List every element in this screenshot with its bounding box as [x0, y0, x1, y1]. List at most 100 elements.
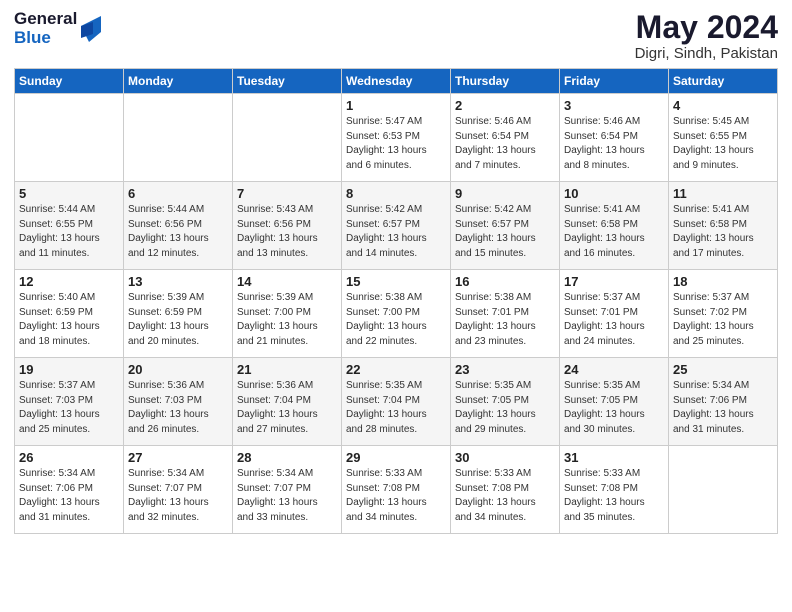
- calendar-week-1: 1 Sunrise: 5:47 AM Sunset: 6:53 PM Daylig…: [15, 94, 778, 182]
- day-info: Sunrise: 5:47 AM Sunset: 6:53 PM Dayligh…: [346, 115, 446, 173]
- calendar-cell: 9Sunrise: 5:42 AM Sunset: 6:57 PM Daylig…: [451, 182, 560, 270]
- calendar-cell: 20Sunrise: 5:36 AM Sunset: 7:03 PM Dayli…: [124, 358, 233, 446]
- day-info: Sunrise: 5:44 AM Sunset: 6:56 PM Dayligh…: [128, 203, 228, 261]
- day-info: Sunrise: 5:41 AM Sunset: 6:58 PM Dayligh…: [564, 203, 664, 261]
- day-info: Sunrise: 5:39 AM Sunset: 6:59 PM Dayligh…: [128, 291, 228, 349]
- day-info: Sunrise: 5:45 AM Sunset: 6:55 PM Dayligh…: [673, 115, 773, 173]
- calendar-header: Sunday Monday Tuesday Wednesday Thursday…: [15, 69, 778, 94]
- calendar-cell: 15Sunrise: 5:38 AM Sunset: 7:00 PM Dayli…: [342, 270, 451, 358]
- day-info: Sunrise: 5:43 AM Sunset: 6:56 PM Dayligh…: [237, 203, 337, 261]
- calendar-cell: 23 Sunrise: 5:35 AM Sunset: 7:05 PM Dayli…: [451, 358, 560, 446]
- header-thursday: Thursday: [451, 69, 560, 94]
- calendar-cell: 22Sunrise: 5:35 AM Sunset: 7:04 PM Dayli…: [342, 358, 451, 446]
- day-number: 20: [128, 362, 228, 377]
- header-row: Sunday Monday Tuesday Wednesday Thursday…: [15, 69, 778, 94]
- calendar-body: 1 Sunrise: 5:47 AM Sunset: 6:53 PM Daylig…: [15, 94, 778, 534]
- day-info: Sunrise: 5:33 AM Sunset: 7:08 PM Dayligh…: [564, 467, 664, 525]
- calendar-week-2: 5 Sunrise: 5:44 AM Sunset: 6:55 PM Daylig…: [15, 182, 778, 270]
- day-number: 31: [564, 450, 664, 465]
- calendar-cell: 8 Sunrise: 5:42 AM Sunset: 6:57 PM Daylig…: [342, 182, 451, 270]
- day-info: Sunrise: 5:34 AM Sunset: 7:07 PM Dayligh…: [128, 467, 228, 525]
- calendar-cell: 2 Sunrise: 5:46 AM Sunset: 6:54 PM Daylig…: [451, 94, 560, 182]
- day-number: 23: [455, 362, 555, 377]
- calendar-cell: 7 Sunrise: 5:43 AM Sunset: 6:56 PM Daylig…: [233, 182, 342, 270]
- day-info: Sunrise: 5:34 AM Sunset: 7:06 PM Dayligh…: [19, 467, 119, 525]
- day-number: 19: [19, 362, 119, 377]
- day-info: Sunrise: 5:33 AM Sunset: 7:08 PM Dayligh…: [455, 467, 555, 525]
- calendar-subtitle: Digri, Sindh, Pakistan: [635, 45, 778, 62]
- day-number: 24: [564, 362, 664, 377]
- day-info: Sunrise: 5:37 AM Sunset: 7:02 PM Dayligh…: [673, 291, 773, 349]
- calendar-cell: 6 Sunrise: 5:44 AM Sunset: 6:56 PM Daylig…: [124, 182, 233, 270]
- day-number: 3: [564, 98, 664, 113]
- calendar-cell: 1 Sunrise: 5:47 AM Sunset: 6:53 PM Daylig…: [342, 94, 451, 182]
- day-number: 25: [673, 362, 773, 377]
- logo-text: General Blue: [14, 10, 77, 47]
- day-number: 16: [455, 274, 555, 289]
- calendar-cell: 3Sunrise: 5:46 AM Sunset: 6:54 PM Daylig…: [560, 94, 669, 182]
- day-info: Sunrise: 5:38 AM Sunset: 7:01 PM Dayligh…: [455, 291, 555, 349]
- day-info: Sunrise: 5:42 AM Sunset: 6:57 PM Dayligh…: [346, 203, 446, 261]
- day-number: 14: [237, 274, 337, 289]
- calendar-cell: 13Sunrise: 5:39 AM Sunset: 6:59 PM Dayli…: [124, 270, 233, 358]
- calendar-cell: 28 Sunrise: 5:34 AM Sunset: 7:07 PM Dayli…: [233, 446, 342, 534]
- day-info: Sunrise: 5:44 AM Sunset: 6:55 PM Dayligh…: [19, 203, 119, 261]
- header: General Blue May 2024 Digri, Sindh, Paki…: [14, 10, 778, 62]
- day-info: Sunrise: 5:41 AM Sunset: 6:58 PM Dayligh…: [673, 203, 773, 261]
- calendar-cell: [669, 446, 778, 534]
- calendar-cell: 18Sunrise: 5:37 AM Sunset: 7:02 PM Dayli…: [669, 270, 778, 358]
- day-info: Sunrise: 5:35 AM Sunset: 7:05 PM Dayligh…: [455, 379, 555, 437]
- calendar-table: Sunday Monday Tuesday Wednesday Thursday…: [14, 68, 778, 534]
- day-number: 5: [19, 186, 119, 201]
- header-sunday: Sunday: [15, 69, 124, 94]
- calendar-cell: 25 Sunrise: 5:34 AM Sunset: 7:06 PM Dayli…: [669, 358, 778, 446]
- day-info: Sunrise: 5:37 AM Sunset: 7:03 PM Dayligh…: [19, 379, 119, 437]
- day-number: 7: [237, 186, 337, 201]
- day-info: Sunrise: 5:34 AM Sunset: 7:06 PM Dayligh…: [673, 379, 773, 437]
- day-number: 11: [673, 186, 773, 201]
- day-number: 2: [455, 98, 555, 113]
- calendar-title: May 2024: [635, 10, 778, 45]
- day-number: 28: [237, 450, 337, 465]
- day-number: 12: [19, 274, 119, 289]
- day-number: 1: [346, 98, 446, 113]
- logo-bird-icon: [81, 16, 101, 42]
- logo: General Blue: [14, 10, 101, 47]
- day-number: 29: [346, 450, 446, 465]
- day-info: Sunrise: 5:34 AM Sunset: 7:07 PM Dayligh…: [237, 467, 337, 525]
- day-number: 21: [237, 362, 337, 377]
- day-number: 30: [455, 450, 555, 465]
- day-number: 6: [128, 186, 228, 201]
- calendar-cell: 10Sunrise: 5:41 AM Sunset: 6:58 PM Dayli…: [560, 182, 669, 270]
- day-number: 4: [673, 98, 773, 113]
- day-info: Sunrise: 5:46 AM Sunset: 6:54 PM Dayligh…: [455, 115, 555, 173]
- day-number: 26: [19, 450, 119, 465]
- calendar-cell: 27 Sunrise: 5:34 AM Sunset: 7:07 PM Dayli…: [124, 446, 233, 534]
- day-number: 8: [346, 186, 446, 201]
- day-info: Sunrise: 5:33 AM Sunset: 7:08 PM Dayligh…: [346, 467, 446, 525]
- calendar-cell: [124, 94, 233, 182]
- calendar-cell: 11 Sunrise: 5:41 AM Sunset: 6:58 PM Dayli…: [669, 182, 778, 270]
- day-info: Sunrise: 5:39 AM Sunset: 7:00 PM Dayligh…: [237, 291, 337, 349]
- header-monday: Monday: [124, 69, 233, 94]
- day-number: 9: [455, 186, 555, 201]
- calendar-cell: 14 Sunrise: 5:39 AM Sunset: 7:00 PM Dayli…: [233, 270, 342, 358]
- day-info: Sunrise: 5:35 AM Sunset: 7:05 PM Dayligh…: [564, 379, 664, 437]
- title-block: May 2024 Digri, Sindh, Pakistan: [635, 10, 778, 62]
- day-info: Sunrise: 5:37 AM Sunset: 7:01 PM Dayligh…: [564, 291, 664, 349]
- day-number: 27: [128, 450, 228, 465]
- calendar-cell: 26 Sunrise: 5:34 AM Sunset: 7:06 PM Dayli…: [15, 446, 124, 534]
- day-number: 17: [564, 274, 664, 289]
- calendar-cell: 17 Sunrise: 5:37 AM Sunset: 7:01 PM Dayli…: [560, 270, 669, 358]
- header-saturday: Saturday: [669, 69, 778, 94]
- header-wednesday: Wednesday: [342, 69, 451, 94]
- header-friday: Friday: [560, 69, 669, 94]
- day-info: Sunrise: 5:38 AM Sunset: 7:00 PM Dayligh…: [346, 291, 446, 349]
- calendar-week-3: 12Sunrise: 5:40 AM Sunset: 6:59 PM Dayli…: [15, 270, 778, 358]
- calendar-cell: 4 Sunrise: 5:45 AM Sunset: 6:55 PM Daylig…: [669, 94, 778, 182]
- calendar-week-5: 26 Sunrise: 5:34 AM Sunset: 7:06 PM Dayli…: [15, 446, 778, 534]
- page-container: General Blue May 2024 Digri, Sindh, Paki…: [0, 0, 792, 544]
- calendar-cell: 31 Sunrise: 5:33 AM Sunset: 7:08 PM Dayli…: [560, 446, 669, 534]
- calendar-week-4: 19 Sunrise: 5:37 AM Sunset: 7:03 PM Dayli…: [15, 358, 778, 446]
- header-tuesday: Tuesday: [233, 69, 342, 94]
